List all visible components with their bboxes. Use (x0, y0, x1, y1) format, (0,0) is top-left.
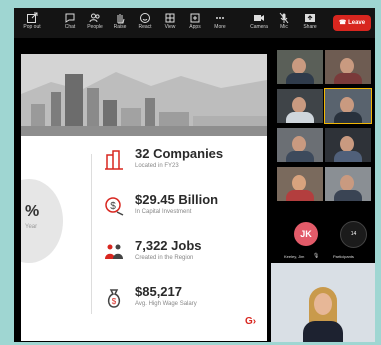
raise-hand-icon (106, 11, 134, 24)
brand-logo: G› (245, 316, 257, 327)
mic-label: Mic (280, 24, 288, 30)
people-button[interactable]: People (81, 11, 109, 31)
stat-companies-caption: Located in FY23 (135, 163, 179, 169)
participant-video-tile[interactable] (325, 50, 371, 84)
meeting-toolbar: Pop out Chat People Raise React View App… (14, 8, 375, 38)
participant-video-tile-large[interactable] (271, 263, 375, 342)
more-label: More (214, 24, 226, 30)
chat-button[interactable]: Chat (56, 11, 84, 31)
percent-value: % (25, 203, 40, 220)
camera-button[interactable]: Camera (245, 11, 273, 31)
apps-icon (181, 11, 209, 24)
camera-label: Camera (250, 24, 268, 30)
react-label: React (138, 24, 152, 30)
react-button[interactable]: React (131, 11, 159, 31)
vertical-divider (91, 154, 92, 314)
people-group-icon (105, 244, 123, 259)
phone-hangup-icon: ☎ (338, 20, 349, 26)
muted-mic-icon: 🎙 (313, 253, 320, 259)
participants-count-button[interactable]: 14 (340, 221, 367, 248)
stat-jobs: 7,322 Jobs Created in the Region (104, 238, 264, 274)
pop-out-button[interactable]: Pop out (18, 11, 46, 31)
percent-caption: Year (25, 224, 38, 230)
share-label: Share (303, 24, 317, 30)
apps-label: Apps (189, 24, 201, 30)
participant-video-tile[interactable] (325, 128, 371, 162)
stat-salary-caption: Avg. High Wage Salary (135, 301, 197, 307)
participant-video-tile[interactable] (277, 50, 323, 84)
stat-investment-value: $29.45 Billion (135, 192, 219, 207)
view-label: View (164, 24, 176, 30)
city-skyline-photo (21, 54, 267, 136)
stat-companies-value: 32 Companies (135, 146, 224, 161)
participant-video-tile[interactable] (277, 128, 323, 162)
stat-jobs-caption: Created in the Region (135, 255, 194, 261)
shared-presentation-slide: % Year 32 Companies Located in FY23 $ $2… (21, 54, 267, 341)
raise-hand-button[interactable]: Raise (106, 11, 134, 31)
stat-salary-value: $85,217 (135, 284, 182, 299)
pop-out-icon (18, 11, 46, 24)
salary-bag-icon: $ (107, 289, 121, 308)
more-icon (206, 11, 234, 24)
apps-button[interactable]: Apps (181, 11, 209, 31)
chat-label: Chat (64, 24, 76, 30)
people-label: People (87, 24, 103, 30)
pop-out-label: Pop out (23, 24, 41, 30)
stat-companies: 32 Companies Located in FY23 (104, 146, 264, 182)
avatar-initials: JK (300, 229, 312, 239)
leave-button[interactable]: ☎ Leave (333, 15, 371, 31)
people-icon (81, 11, 109, 24)
avatar-participant-name: Keeley, Jim (284, 254, 305, 259)
participant-avatar[interactable]: JK (294, 222, 318, 246)
teams-meeting-window: Pop out Chat People Raise React View App… (14, 8, 375, 342)
mic-off-icon (270, 11, 298, 24)
economic-stats-panel: % Year 32 Companies Located in FY23 $ $2… (21, 136, 267, 341)
stat-salary: $ $85,217 Avg. High Wage Salary (104, 284, 264, 320)
view-button[interactable]: View (156, 11, 184, 31)
more-button[interactable]: More (206, 11, 234, 31)
participant-video-tile[interactable] (277, 167, 323, 201)
share-icon (296, 11, 324, 24)
money-icon: $ (105, 197, 124, 216)
view-icon (156, 11, 184, 24)
camera-icon (245, 11, 273, 24)
react-icon (131, 11, 159, 24)
participant-video-tile[interactable] (277, 89, 323, 123)
leave-label: Leave (348, 20, 366, 26)
chat-icon (56, 11, 84, 24)
participants-label: Participants (333, 254, 354, 259)
participant-video-tile-active-speaker[interactable] (324, 88, 372, 124)
participants-count: 14 (350, 231, 357, 237)
raise-label: Raise (113, 24, 127, 30)
stat-investment: $ $29.45 Billion In Capital Investment (104, 192, 264, 228)
participant-video-tile[interactable] (325, 167, 371, 201)
mic-button[interactable]: Mic (270, 11, 298, 31)
percent-circle: % Year (21, 179, 63, 263)
svg-text:$: $ (112, 297, 117, 306)
svg-text:$: $ (110, 201, 116, 212)
share-button[interactable]: Share (296, 11, 324, 31)
building-icon (105, 150, 123, 170)
stat-jobs-value: 7,322 Jobs (135, 238, 202, 253)
stat-investment-caption: In Capital Investment (135, 209, 192, 215)
